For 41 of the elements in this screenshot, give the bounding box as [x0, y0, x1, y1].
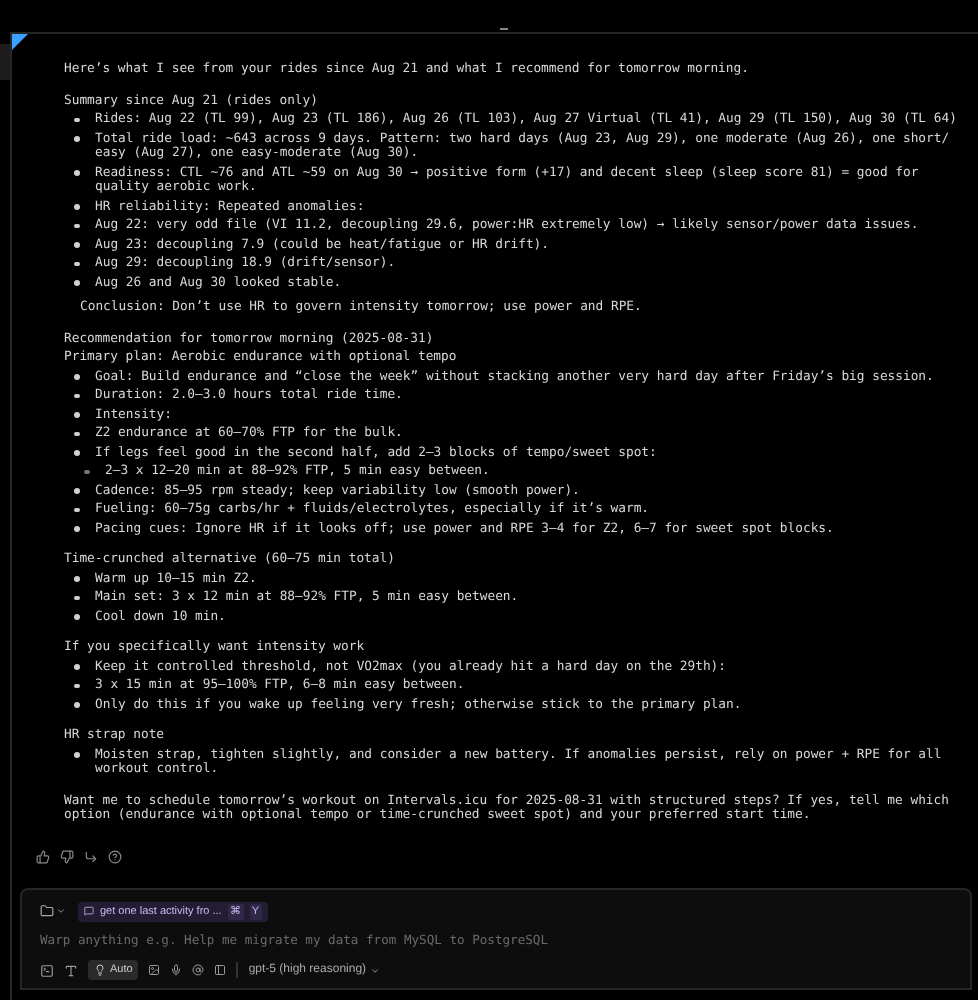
thumbs-up-icon[interactable]	[36, 849, 50, 863]
bullet-icon	[74, 280, 79, 285]
bullet-icon	[74, 664, 79, 669]
bullet-icon	[74, 242, 79, 247]
lightbulb-icon	[94, 964, 106, 977]
bullet-icon	[74, 117, 79, 122]
bullet-icon	[74, 204, 79, 209]
folder-button[interactable]	[40, 904, 66, 919]
bullet-icon	[74, 431, 79, 436]
bullet-icon	[74, 702, 79, 707]
chevron-down-icon	[370, 965, 381, 976]
bullet-icon	[74, 507, 79, 512]
corner-marker-icon	[12, 34, 28, 50]
bullet-icon	[74, 393, 79, 398]
bullet-icon	[74, 136, 79, 141]
text-icon[interactable]	[64, 963, 78, 978]
bullet-icon	[74, 576, 79, 581]
bullet-icon	[74, 526, 79, 531]
bullet-icon	[74, 374, 79, 379]
folder-icon	[40, 904, 54, 919]
bullet-icon	[74, 614, 79, 619]
at-sign-icon[interactable]	[192, 964, 205, 977]
bullet-icon	[74, 170, 79, 175]
bullet-icon	[74, 752, 79, 757]
chat-icon	[84, 906, 94, 917]
bullet-icon	[84, 469, 89, 474]
terminal-icon[interactable]	[40, 963, 54, 978]
bullet-icon	[74, 450, 79, 455]
bullet-icon	[74, 488, 79, 493]
bullet-icon	[74, 683, 79, 688]
bullet-icon	[74, 595, 79, 600]
drag-handle-icon[interactable]	[500, 28, 508, 30]
thumbs-down-icon[interactable]	[60, 849, 74, 863]
bullet-icon	[74, 223, 79, 228]
chevron-down-icon	[56, 906, 66, 917]
bullet-icon	[74, 412, 79, 417]
image-icon[interactable]	[148, 964, 161, 977]
bullet-icon	[74, 261, 79, 266]
panel-icon[interactable]	[214, 964, 227, 977]
info-icon[interactable]	[108, 849, 122, 863]
microphone-icon[interactable]	[170, 964, 183, 977]
